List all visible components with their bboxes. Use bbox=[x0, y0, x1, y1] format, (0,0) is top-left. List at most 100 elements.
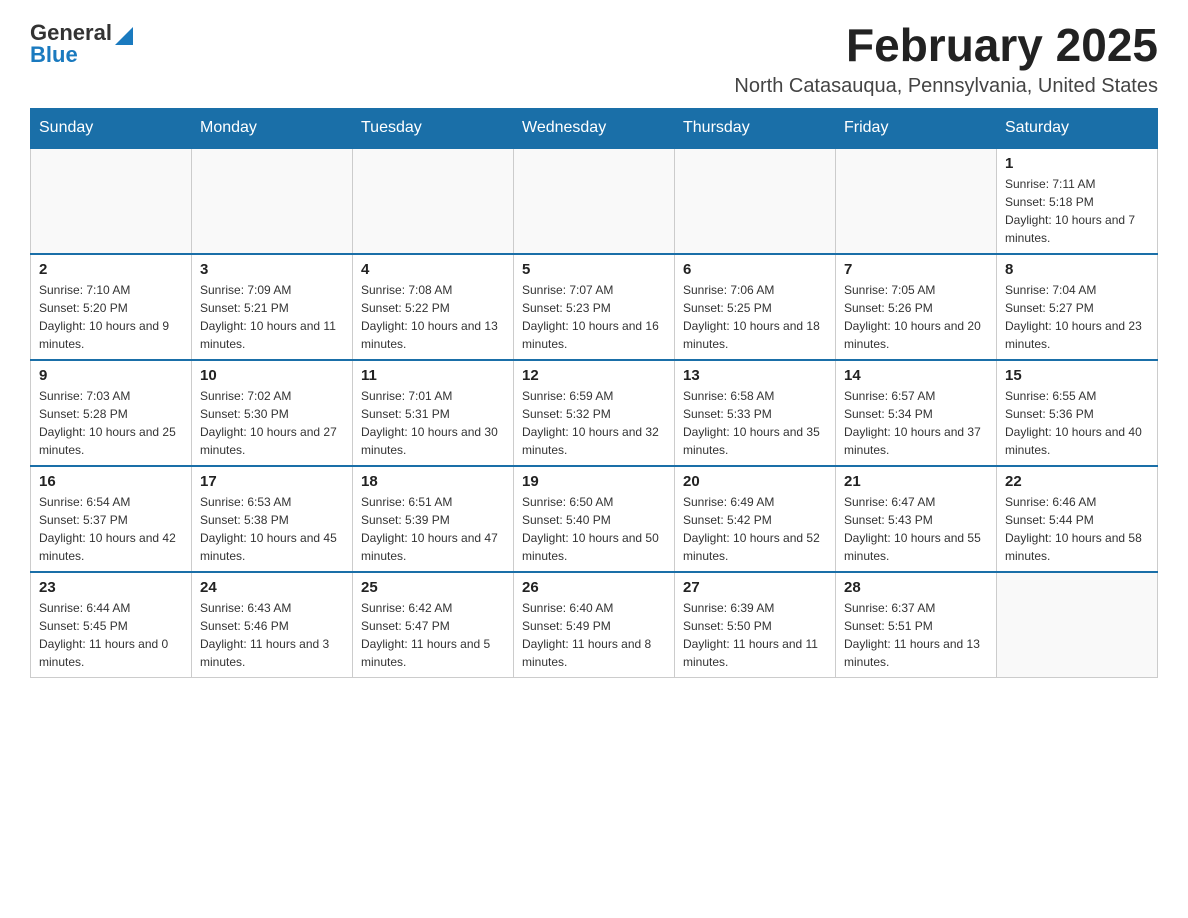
day-number: 2 bbox=[39, 261, 183, 278]
calendar-cell: 8 Sunrise: 7:04 AMSunset: 5:27 PMDaylight… bbox=[997, 254, 1158, 360]
day-info: Sunrise: 6:42 AMSunset: 5:47 PMDaylight:… bbox=[361, 599, 505, 671]
day-number: 24 bbox=[200, 579, 344, 596]
calendar-cell: 19 Sunrise: 6:50 AMSunset: 5:40 PMDayligh… bbox=[514, 466, 675, 572]
title-section: February 2025 North Catasauqua, Pennsylv… bbox=[734, 20, 1158, 98]
day-number: 15 bbox=[1005, 367, 1149, 384]
calendar-week-3: 9 Sunrise: 7:03 AMSunset: 5:28 PMDaylight… bbox=[31, 360, 1158, 466]
day-info: Sunrise: 6:55 AMSunset: 5:36 PMDaylight:… bbox=[1005, 387, 1149, 459]
calendar-week-5: 23 Sunrise: 6:44 AMSunset: 5:45 PMDayligh… bbox=[31, 572, 1158, 678]
day-number: 20 bbox=[683, 473, 827, 490]
day-info: Sunrise: 6:37 AMSunset: 5:51 PMDaylight:… bbox=[844, 599, 988, 671]
calendar-cell bbox=[192, 148, 353, 254]
location-subtitle: North Catasauqua, Pennsylvania, United S… bbox=[734, 75, 1158, 98]
calendar-week-4: 16 Sunrise: 6:54 AMSunset: 5:37 PMDayligh… bbox=[31, 466, 1158, 572]
day-number: 16 bbox=[39, 473, 183, 490]
day-info: Sunrise: 6:57 AMSunset: 5:34 PMDaylight:… bbox=[844, 387, 988, 459]
month-title: February 2025 bbox=[734, 20, 1158, 71]
calendar-cell: 17 Sunrise: 6:53 AMSunset: 5:38 PMDayligh… bbox=[192, 466, 353, 572]
calendar-cell: 14 Sunrise: 6:57 AMSunset: 5:34 PMDayligh… bbox=[836, 360, 997, 466]
day-number: 6 bbox=[683, 261, 827, 278]
day-number: 27 bbox=[683, 579, 827, 596]
day-number: 13 bbox=[683, 367, 827, 384]
day-number: 8 bbox=[1005, 261, 1149, 278]
calendar-cell bbox=[836, 148, 997, 254]
calendar-cell: 3Sunrise: 7:09 AMSunset: 5:21 PMDaylight… bbox=[192, 254, 353, 360]
day-info: Sunrise: 6:51 AMSunset: 5:39 PMDaylight:… bbox=[361, 493, 505, 565]
day-number: 7 bbox=[844, 261, 988, 278]
day-info: Sunrise: 6:59 AMSunset: 5:32 PMDaylight:… bbox=[522, 387, 666, 459]
calendar-cell bbox=[675, 148, 836, 254]
day-info: Sunrise: 7:03 AMSunset: 5:28 PMDaylight:… bbox=[39, 387, 183, 459]
calendar-cell: 5 Sunrise: 7:07 AMSunset: 5:23 PMDaylight… bbox=[514, 254, 675, 360]
day-number: 1 bbox=[1005, 155, 1149, 172]
day-info: Sunrise: 7:04 AMSunset: 5:27 PMDaylight:… bbox=[1005, 281, 1149, 353]
weekday-header-tuesday: Tuesday bbox=[353, 108, 514, 148]
day-info: Sunrise: 7:06 AMSunset: 5:25 PMDaylight:… bbox=[683, 281, 827, 353]
day-info: Sunrise: 6:53 AMSunset: 5:38 PMDaylight:… bbox=[200, 493, 344, 565]
calendar-cell: 6 Sunrise: 7:06 AMSunset: 5:25 PMDaylight… bbox=[675, 254, 836, 360]
logo: General Blue bbox=[30, 20, 133, 68]
day-info: Sunrise: 7:02 AMSunset: 5:30 PMDaylight:… bbox=[200, 387, 344, 459]
weekday-header-wednesday: Wednesday bbox=[514, 108, 675, 148]
day-info: Sunrise: 6:40 AMSunset: 5:49 PMDaylight:… bbox=[522, 599, 666, 671]
calendar-week-1: 1 Sunrise: 7:11 AMSunset: 5:18 PMDaylight… bbox=[31, 148, 1158, 254]
day-number: 21 bbox=[844, 473, 988, 490]
logo-triangle-icon bbox=[115, 23, 133, 45]
day-number: 26 bbox=[522, 579, 666, 596]
calendar-cell: 25Sunrise: 6:42 AMSunset: 5:47 PMDayligh… bbox=[353, 572, 514, 678]
day-info: Sunrise: 6:39 AMSunset: 5:50 PMDaylight:… bbox=[683, 599, 827, 671]
page-header: General Blue February 2025 North Catasau… bbox=[30, 20, 1158, 98]
day-info: Sunrise: 7:08 AMSunset: 5:22 PMDaylight:… bbox=[361, 281, 505, 353]
day-info: Sunrise: 7:10 AMSunset: 5:20 PMDaylight:… bbox=[39, 281, 183, 353]
day-number: 9 bbox=[39, 367, 183, 384]
day-number: 12 bbox=[522, 367, 666, 384]
calendar-cell: 21 Sunrise: 6:47 AMSunset: 5:43 PMDayligh… bbox=[836, 466, 997, 572]
calendar-cell: 9 Sunrise: 7:03 AMSunset: 5:28 PMDaylight… bbox=[31, 360, 192, 466]
day-number: 28 bbox=[844, 579, 988, 596]
day-info: Sunrise: 6:47 AMSunset: 5:43 PMDaylight:… bbox=[844, 493, 988, 565]
day-number: 10 bbox=[200, 367, 344, 384]
calendar-week-2: 2 Sunrise: 7:10 AMSunset: 5:20 PMDaylight… bbox=[31, 254, 1158, 360]
day-number: 14 bbox=[844, 367, 988, 384]
calendar-cell bbox=[31, 148, 192, 254]
calendar-table: SundayMondayTuesdayWednesdayThursdayFrid… bbox=[30, 108, 1158, 678]
day-info: Sunrise: 7:05 AMSunset: 5:26 PMDaylight:… bbox=[844, 281, 988, 353]
day-info: Sunrise: 7:07 AMSunset: 5:23 PMDaylight:… bbox=[522, 281, 666, 353]
day-number: 23 bbox=[39, 579, 183, 596]
day-info: Sunrise: 6:54 AMSunset: 5:37 PMDaylight:… bbox=[39, 493, 183, 565]
calendar-cell: 1 Sunrise: 7:11 AMSunset: 5:18 PMDaylight… bbox=[997, 148, 1158, 254]
day-info: Sunrise: 6:43 AMSunset: 5:46 PMDaylight:… bbox=[200, 599, 344, 671]
day-info: Sunrise: 6:44 AMSunset: 5:45 PMDaylight:… bbox=[39, 599, 183, 671]
calendar-cell: 2 Sunrise: 7:10 AMSunset: 5:20 PMDaylight… bbox=[31, 254, 192, 360]
calendar-cell: 13 Sunrise: 6:58 AMSunset: 5:33 PMDayligh… bbox=[675, 360, 836, 466]
calendar-cell bbox=[997, 572, 1158, 678]
logo-text-blue: Blue bbox=[30, 42, 78, 68]
calendar-cell: 15 Sunrise: 6:55 AMSunset: 5:36 PMDayligh… bbox=[997, 360, 1158, 466]
calendar-cell: 12 Sunrise: 6:59 AMSunset: 5:32 PMDayligh… bbox=[514, 360, 675, 466]
weekday-header-friday: Friday bbox=[836, 108, 997, 148]
calendar-cell: 28 Sunrise: 6:37 AMSunset: 5:51 PMDayligh… bbox=[836, 572, 997, 678]
calendar-cell: 7 Sunrise: 7:05 AMSunset: 5:26 PMDaylight… bbox=[836, 254, 997, 360]
calendar-cell: 16 Sunrise: 6:54 AMSunset: 5:37 PMDayligh… bbox=[31, 466, 192, 572]
calendar-cell: 10 Sunrise: 7:02 AMSunset: 5:30 PMDayligh… bbox=[192, 360, 353, 466]
day-number: 3 bbox=[200, 261, 344, 278]
calendar-cell: 27 Sunrise: 6:39 AMSunset: 5:50 PMDayligh… bbox=[675, 572, 836, 678]
weekday-header-monday: Monday bbox=[192, 108, 353, 148]
day-number: 17 bbox=[200, 473, 344, 490]
day-number: 18 bbox=[361, 473, 505, 490]
day-info: Sunrise: 6:58 AMSunset: 5:33 PMDaylight:… bbox=[683, 387, 827, 459]
day-number: 22 bbox=[1005, 473, 1149, 490]
calendar-cell bbox=[514, 148, 675, 254]
calendar-cell: 26 Sunrise: 6:40 AMSunset: 5:49 PMDayligh… bbox=[514, 572, 675, 678]
day-number: 5 bbox=[522, 261, 666, 278]
day-info: Sunrise: 7:11 AMSunset: 5:18 PMDaylight:… bbox=[1005, 175, 1149, 247]
day-info: Sunrise: 6:46 AMSunset: 5:44 PMDaylight:… bbox=[1005, 493, 1149, 565]
calendar-cell: 20Sunrise: 6:49 AMSunset: 5:42 PMDayligh… bbox=[675, 466, 836, 572]
calendar-cell: 22 Sunrise: 6:46 AMSunset: 5:44 PMDayligh… bbox=[997, 466, 1158, 572]
calendar-cell: 24 Sunrise: 6:43 AMSunset: 5:46 PMDayligh… bbox=[192, 572, 353, 678]
day-info: Sunrise: 6:50 AMSunset: 5:40 PMDaylight:… bbox=[522, 493, 666, 565]
weekday-header-sunday: Sunday bbox=[31, 108, 192, 148]
day-number: 19 bbox=[522, 473, 666, 490]
weekday-header-thursday: Thursday bbox=[675, 108, 836, 148]
day-info: Sunrise: 7:01 AMSunset: 5:31 PMDaylight:… bbox=[361, 387, 505, 459]
